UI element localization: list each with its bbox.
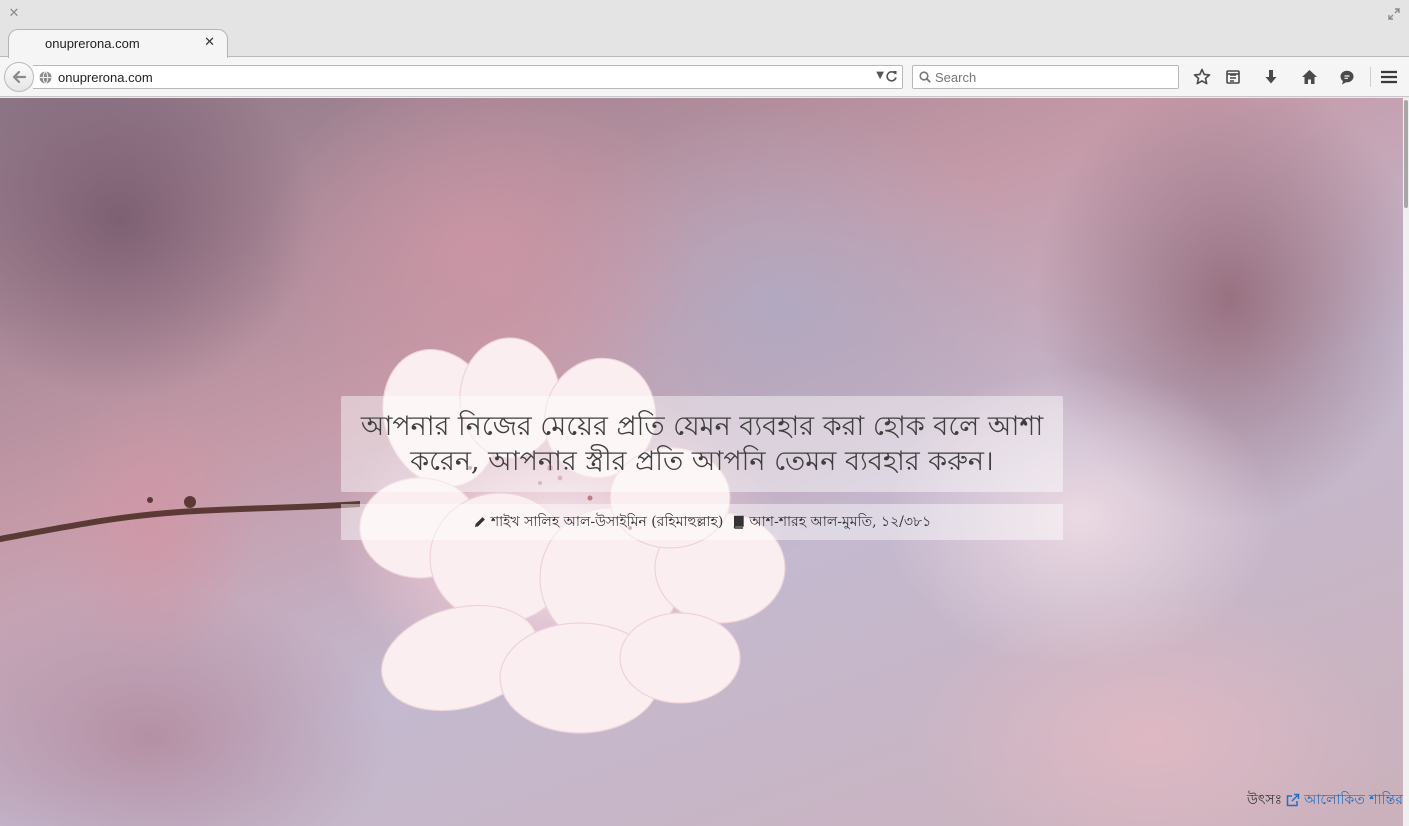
source-link[interactable]: আলোকিত শান্তির — [1304, 788, 1403, 812]
quote-author: শাইখ সালিহ আল-উসাইমিন (রহিমাহুল্লাহ) — [490, 514, 724, 530]
back-arrow-icon — [12, 70, 27, 84]
url-bar[interactable]: onuprerona.com ▼ — [33, 65, 903, 89]
home-icon[interactable] — [1299, 67, 1319, 87]
quote-text: আপনার নিজের মেয়ের প্রতি যেমন ব্যবহার কর… — [360, 411, 1044, 477]
reload-icon[interactable] — [885, 70, 898, 83]
dropdown-icon[interactable]: ▼ — [876, 70, 884, 81]
tab-close-icon[interactable]: ✕ — [204, 35, 215, 50]
branch-decoration — [0, 496, 360, 542]
tab-active[interactable]: onuprerona.com ✕ — [8, 29, 228, 58]
tab-strip: onuprerona.com ✕ — [0, 29, 1409, 58]
page-viewport: আপনার নিজের মেয়ের প্রতি যেমন ব্যবহার কর… — [0, 98, 1403, 826]
bookmark-star-icon[interactable] — [1192, 67, 1212, 87]
pencil-icon — [474, 517, 485, 527]
tab-title: onuprerona.com — [45, 36, 140, 51]
search-input[interactable] — [935, 68, 1175, 86]
citation-bar: শাইখ সালিহ আল-উসাইমিন (রহিমাহুল্লাহ) আশ-… — [341, 504, 1063, 540]
quote-box: আপনার নিজের মেয়ের প্রতি যেমন ব্যবহার কর… — [341, 396, 1063, 492]
navigation-toolbar: onuprerona.com ▼ — [0, 57, 1409, 97]
source-label: উৎসঃ — [1246, 792, 1283, 808]
source-attribution: উৎসঃ আলোকিত শান্তির — [1247, 790, 1403, 810]
globe-icon — [39, 71, 52, 84]
quote-book-reference: আশ-শারহ আল-মুমতি, ১২/৩৮১ — [749, 514, 932, 530]
download-icon[interactable] — [1261, 67, 1281, 87]
book-icon — [734, 515, 745, 529]
chat-icon[interactable] — [1337, 67, 1357, 87]
hamburger-menu-icon[interactable] — [1379, 67, 1399, 87]
back-button[interactable] — [4, 62, 34, 92]
search-bar[interactable] — [912, 65, 1179, 89]
toolbar-separator — [1370, 67, 1371, 87]
external-link-icon[interactable] — [1286, 793, 1300, 807]
restore-icon[interactable] — [1387, 7, 1401, 21]
window-titlebar: ✕ — [0, 0, 1409, 29]
close-icon[interactable]: ✕ — [8, 7, 20, 21]
reading-list-icon[interactable] — [1223, 67, 1243, 87]
page-scrollbar[interactable] — [1403, 98, 1409, 826]
url-text[interactable]: onuprerona.com — [58, 70, 153, 85]
search-icon — [919, 71, 931, 83]
scrollbar-thumb[interactable] — [1404, 100, 1408, 208]
